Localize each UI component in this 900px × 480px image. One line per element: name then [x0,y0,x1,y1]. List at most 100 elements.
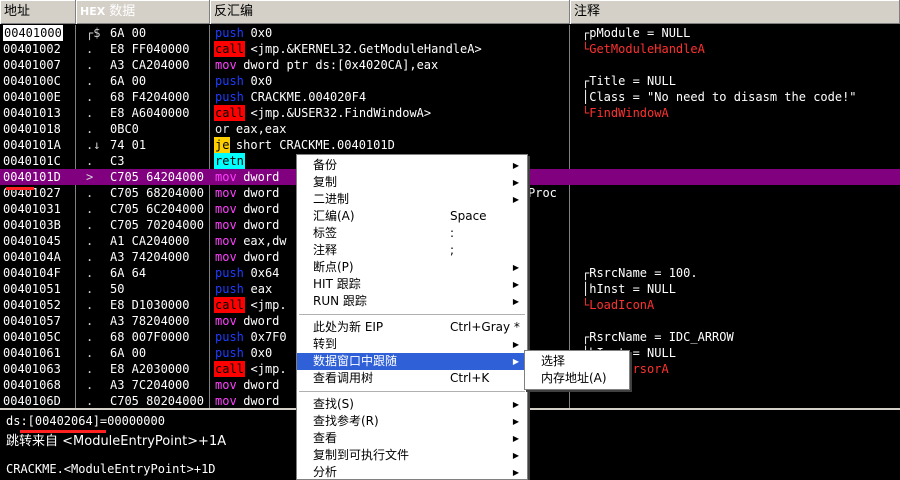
header-comment-label: 注释 [574,4,601,19]
disasm-row[interactable]: 00401013. E8 A6040000 call <jmp.&USER32.Fin… [0,105,900,121]
row-gutter: . [86,394,94,408]
disasm-row[interactable]: 0040101A .↓ 74 01 je short CRACKME.0040101D [0,137,900,153]
row-hex-bytes: 6A 00 [110,346,147,360]
row-address: 0040105C [3,330,61,344]
disasm-row[interactable]: 00401007. A3 CA204000 mov dword ptr ds:[0x4… [0,57,900,73]
header-hex-tag: HEX [80,5,106,18]
menu-item-label: 查找(S) [313,397,354,411]
menu-item[interactable]: 查看 ▶ [297,430,527,447]
row-address: 0040103B [3,218,61,232]
row-gutter: . [86,74,94,88]
menu-item-shortcut: Space [450,209,487,223]
row-hex-bytes: 6A 00 [110,26,147,40]
disasm-row[interactable]: 00401018. 0BC0 or eax,eax [0,121,900,137]
row-gutter: . [86,362,94,376]
menu-item-label: 复制到可执行文件 [313,448,410,462]
row-gutter: ┌$ [86,26,101,40]
menu-item[interactable]: 标签: [297,225,527,242]
column-header-hex[interactable]: HEX 数据 [76,0,210,24]
row-operands: dword [243,186,280,200]
row-gutter: . [86,346,94,360]
header-disasm-label: 反汇编 [214,4,254,19]
row-gutter: . [86,186,94,200]
row-gutter: > [86,170,94,184]
menu-item[interactable]: 断点(P) ▶ [297,259,527,276]
row-mnemonic: mov [215,202,237,216]
submenu-arrow-icon: ▶ [512,417,519,426]
column-header-bar: 地址 HEX 数据 反汇编 注释 [0,0,900,24]
menu-item-label: 查看 [313,431,338,445]
column-header-comment[interactable]: 注释 [570,0,900,24]
row-address: 00401031 [3,202,61,216]
row-hex-bytes: E8 A2030000 [110,362,190,376]
menu-separator [299,314,525,315]
row-mnemonic: mov [215,250,237,264]
row-gutter: . [86,106,94,120]
row-mnemonic: mov [215,58,237,72]
menu-item[interactable]: 查看调用树 Ctrl+K [297,370,527,387]
row-gutter: . [86,282,94,296]
row-mnemonic: push [215,26,244,40]
disasm-row[interactable]: 0040100C. 6A 00 push 0x0 ┌Title = NULL [0,73,900,89]
disasm-row[interactable]: 0040100E. 68 F4204000 push CRACKME.004020F4… [0,89,900,105]
row-operands: dword [243,314,280,328]
menu-item[interactable]: 此处为新 EIP Ctrl+Gray * [297,319,527,336]
row-hex-bytes: 6A 64 [110,266,147,280]
row-comment: ┌RsrcName = IDC_ARROW [582,330,734,344]
disasm-row[interactable]: 00401002. E8 FF040000 call <jmp.&KERNEL32.G… [0,41,900,57]
row-operands: 0x0 [250,346,273,360]
row-comment: └GetModuleHandleA [582,42,705,56]
menu-item-label: 断点(P) [313,260,354,274]
row-operands: <jmp.&KERNEL32.GetModuleHandleA> [250,42,482,56]
row-hex-bytes: A3 7C204000 [110,378,190,392]
row-operands: eax,dw [243,234,287,248]
row-address: 0040100E [3,90,61,104]
row-hex-bytes: 6A 00 [110,74,147,88]
menu-item[interactable]: HIT 跟踪 ▶ [297,276,527,293]
header-address-label: 地址 [4,4,31,19]
menu-item[interactable]: 复制到可执行文件 ▶ [297,447,527,464]
submenu-item[interactable]: 内存地址(A) [525,370,629,387]
row-mnemonic: mov [215,394,237,408]
row-mnemonic: mov [215,314,237,328]
column-header-disasm[interactable]: 反汇编 [210,0,570,24]
info-line-address: ds:[00402064]=00000000 [6,414,165,428]
row-hex-bytes: E8 D1030000 [110,298,190,312]
menu-item[interactable]: RUN 跟踪 ▶ [297,293,527,310]
row-hex-bytes: E8 FF040000 [110,42,190,56]
row-address: 00401068 [3,378,61,392]
row-hex-bytes: A3 74204000 [110,250,190,264]
row-operands: dword ptr ds:[0x4020CA],eax [243,58,439,72]
row-hex-bytes: 0BC0 [110,122,139,136]
submenu-item[interactable]: 选择 [525,353,629,370]
menu-item[interactable]: 分析 ▶ [297,464,527,480]
row-address: 0040100C [3,74,61,88]
row-address: 0040104F [3,266,61,280]
menu-item[interactable]: 汇编(A) Space [297,208,527,225]
row-hex-bytes: A3 78204000 [110,314,190,328]
menu-item[interactable]: 查找参考(R) ▶ [297,413,527,430]
row-hex-bytes: C705 70204000 [110,218,204,232]
menu-item[interactable]: 数据窗口中跟随 ▶ [297,353,527,370]
row-gutter: . [86,378,94,392]
menu-item[interactable]: 复制 ▶ [297,174,527,191]
row-operands: short CRACKME.0040101D [235,138,395,152]
menu-item[interactable]: 二进制 ▶ [297,191,527,208]
column-header-address[interactable]: 地址 [0,0,76,24]
row-mnemonic: push [215,90,244,104]
row-mnemonic: mov [215,186,237,200]
row-gutter: . [86,298,94,312]
row-hex-bytes: C705 80204000 [110,394,204,408]
menu-item[interactable]: 备份 ▶ [297,157,527,174]
menu-item[interactable]: 转到 ▶ [297,336,527,353]
row-operands: 0x64 [250,266,280,280]
disasm-row[interactable]: 00401000 ┌$ 6A 00 push 0x0 ┌pModule = NULL [0,25,900,41]
submenu-arrow-icon: ▶ [512,400,519,409]
menu-item[interactable]: 查找(S) ▶ [297,396,527,413]
row-address: 0040104A [3,250,61,264]
row-mnemonic: push [215,330,244,344]
menu-item[interactable]: 注释; [297,242,527,259]
row-address: 0040106D [3,394,61,408]
menu-item-label: 标签 [313,226,338,240]
row-operands: 0x0 [250,26,273,40]
